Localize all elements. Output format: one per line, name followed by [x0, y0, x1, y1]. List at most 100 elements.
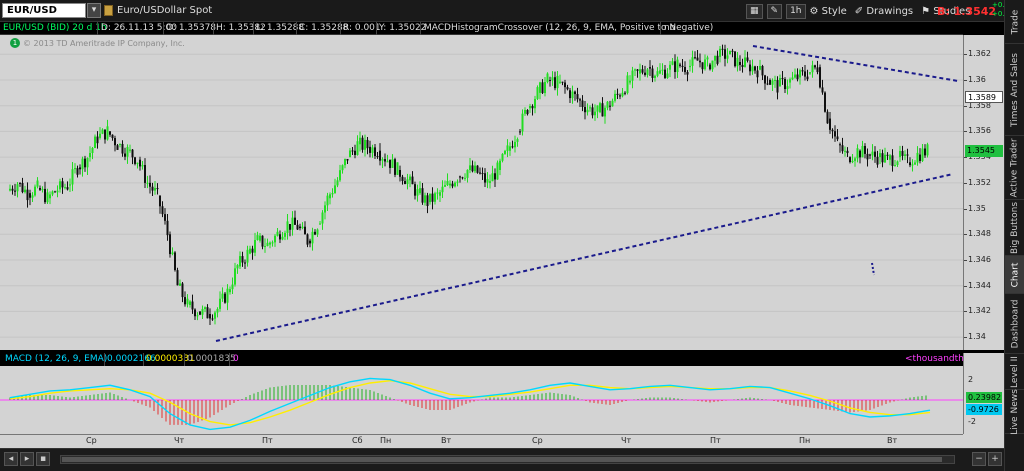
settings-icon[interactable]: ▪ [36, 452, 50, 466]
candle-body [59, 181, 61, 190]
tab-big-buttons[interactable]: Big Buttons [1005, 200, 1024, 256]
candle-body [744, 57, 746, 67]
symbol-dropdown-button[interactable]: ▾ [87, 3, 101, 18]
time-tick: Чт [174, 436, 185, 445]
candle-body [429, 193, 431, 203]
price-chart-svg[interactable] [0, 35, 963, 350]
candle-body [451, 183, 454, 187]
candle-body [49, 194, 51, 199]
candle-body [919, 154, 921, 161]
macd-chart[interactable] [0, 366, 963, 434]
drawing-marker[interactable] [871, 262, 875, 276]
candle-body [714, 55, 716, 61]
candle-body [459, 176, 461, 178]
resistance-trendline[interactable] [752, 45, 959, 82]
time-tick: Чт [621, 436, 632, 445]
candle-body [204, 307, 206, 309]
candle-body [84, 158, 86, 168]
tab-dashboard[interactable]: Dashboard [1005, 294, 1024, 354]
info-study-value: no [664, 23, 676, 33]
tab-trade[interactable]: Trade [1005, 0, 1024, 44]
tab-times-and-sales[interactable]: Times And Sales [1005, 44, 1024, 136]
price-tick-mark [964, 131, 967, 133]
candle-body [921, 148, 924, 161]
timeframe-button[interactable]: 1h [786, 3, 806, 19]
candle-body [691, 57, 694, 66]
candle-body [319, 223, 321, 225]
price-chart[interactable] [0, 35, 963, 350]
tab-label: Active Trader [1010, 137, 1021, 198]
candle-body [41, 188, 44, 190]
candle-body [516, 139, 519, 142]
candle-body [834, 131, 836, 137]
zoom-out-icon[interactable]: − [972, 452, 986, 466]
candle-body [276, 231, 279, 236]
candle-body [766, 83, 769, 85]
candle-body [804, 71, 806, 77]
candle-body [549, 80, 551, 81]
macd-chart-svg[interactable] [0, 366, 963, 434]
candle-body [336, 180, 339, 186]
candle-body [246, 249, 249, 263]
tab-active-trader[interactable]: Active Trader [1005, 136, 1024, 200]
price-tick: 1.34 [968, 332, 986, 342]
zoom-in-icon[interactable]: + [988, 452, 1002, 466]
tab-level-ii[interactable]: Level II [1005, 354, 1024, 390]
candle-body [514, 141, 516, 148]
drawings-menu[interactable]: ✐ Drawings [855, 6, 913, 17]
candle-body [316, 229, 319, 235]
candle-body [306, 234, 309, 245]
candle-body [211, 318, 214, 320]
time-axis[interactable]: Ср Чт Пт Сб Пн Вт Ср Чт Пт Пн Вт [0, 434, 963, 448]
time-tick: Пн [799, 436, 811, 445]
macd-axis[interactable]: 2 0 -2 0.23982 -0.9726 [963, 353, 1004, 434]
candle-body [591, 107, 594, 116]
price-axis[interactable]: 1.3621.361.3581.3561.3541.3521.351.3481.… [963, 35, 1004, 350]
symbol-input[interactable]: EUR/USD [2, 3, 86, 18]
candle-body [16, 184, 19, 192]
candle-body [771, 80, 774, 85]
candle-body [201, 308, 204, 315]
info-separator [104, 353, 105, 366]
candle-body [346, 158, 349, 161]
chart-window: EUR/USD ▾ Euro/USDollar Spot ▦ ✎ 1h ⚙ St… [0, 0, 1024, 471]
scroll-right-icon[interactable]: ▸ [20, 452, 34, 466]
tab-live-news[interactable]: Live News [1005, 389, 1024, 434]
candle-body [431, 193, 434, 202]
link-icon[interactable]: ▦ [746, 3, 763, 19]
info-separator [253, 22, 254, 35]
candle-body [99, 133, 101, 138]
candle-body [844, 150, 846, 152]
candle-body [81, 158, 84, 170]
price-tick-mark [964, 182, 967, 184]
candle-body [866, 153, 869, 160]
candle-body [189, 301, 191, 305]
time-scrollbar[interactable] [60, 455, 955, 464]
candle-body [519, 131, 521, 133]
wrench-icon[interactable]: ✎ [766, 3, 783, 19]
price-label-last: 1.3545 [965, 145, 1003, 157]
candle-body [689, 65, 691, 68]
candle-body [729, 50, 731, 55]
candle-body [404, 181, 406, 184]
candle-body [371, 147, 374, 153]
tab-chart[interactable]: Chart [1005, 256, 1024, 294]
candle-body [704, 59, 706, 70]
candle-body [449, 183, 451, 186]
candle-body [871, 151, 874, 156]
candle-body [324, 205, 326, 213]
price-tick: 1.356 [968, 126, 991, 136]
candle-body [299, 226, 301, 229]
candle-body [489, 181, 491, 183]
candle-body [624, 92, 626, 94]
candle-body [644, 72, 646, 75]
candle-body [76, 168, 79, 175]
style-menu[interactable]: ⚙ Style [810, 6, 847, 17]
info-separator [229, 353, 230, 366]
candle-body [864, 145, 866, 154]
candle-body [571, 91, 574, 99]
scrollbar-thumb[interactable] [62, 457, 942, 462]
candle-body [684, 67, 686, 73]
scroll-left-icon[interactable]: ◂ [4, 452, 18, 466]
instrument-icon [104, 5, 113, 16]
